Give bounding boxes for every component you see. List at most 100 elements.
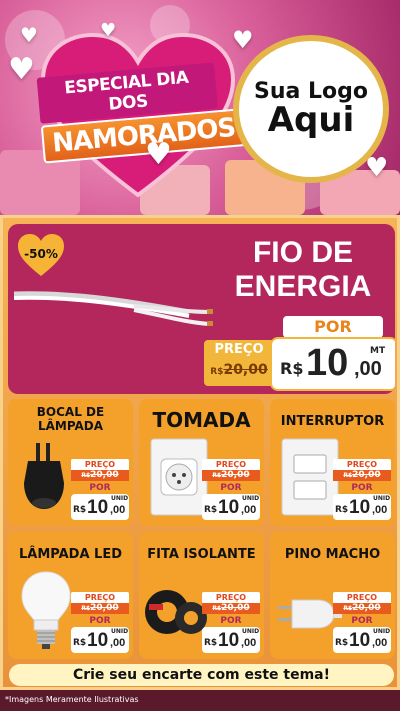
preco-label: PREÇO: [71, 592, 129, 603]
price-currency: R$: [280, 359, 304, 378]
price-currency: R$: [73, 638, 87, 648]
price-decimal: ,00: [241, 637, 257, 649]
price-unit: UNID: [373, 628, 391, 635]
old-price-value: 20,00: [221, 470, 250, 480]
old-price: R$20,00: [204, 362, 274, 378]
price-unit: MT: [370, 346, 386, 356]
old-price-currency: R$: [212, 472, 222, 479]
price-tag: PREÇO R$20,00 POR R$ 10 ,00 UNID: [202, 459, 260, 520]
featured-title: FIO DE ENERGIA: [213, 236, 393, 304]
product-name: TOMADA: [139, 409, 264, 431]
por-label: POR: [89, 616, 111, 626]
preco-label: PREÇO: [202, 459, 260, 470]
old-price: R$20,00: [202, 470, 260, 481]
title-banner: ESPECIAL DIA DOS NAMORADOS: [36, 62, 247, 164]
por-label: POR: [351, 616, 373, 626]
featured-title-line2: ENERGIA: [234, 270, 372, 303]
product-card: PINO MACHO PREÇO R$20,00 POR R$ 10 ,00 U…: [270, 532, 395, 659]
product-card: LÂMPADA LED PREÇO R$ 20,00 POR R$ 10 ,00 …: [8, 532, 133, 659]
offers-panel: -50% FIO DE ENERGIA POR PREÇO R$20,00 R$…: [0, 215, 400, 690]
price-integer: 10: [306, 342, 349, 384]
price-tag: PREÇO R$ 20,00 POR R$ 10 ,00 UNID: [71, 592, 129, 653]
heart-icon: ♥: [8, 52, 35, 87]
preco-label: PREÇO: [214, 342, 264, 357]
price-box: R$ 10 ,00 UNID: [71, 627, 129, 653]
product-name: FITA ISOLANTE: [139, 548, 264, 562]
price-box: R$ 10 ,00 UNID: [202, 494, 260, 520]
price-box: R$ 10 ,00 MT: [272, 339, 395, 389]
price-unit: UNID: [111, 628, 129, 635]
power-outlet-icon: [150, 438, 208, 516]
heart-icon: ♥: [100, 20, 117, 41]
price-box: R$ 10 ,00 UNID: [333, 627, 391, 653]
price-integer: 10: [87, 497, 109, 518]
price-currency: R$: [335, 505, 349, 515]
old-price-currency: R$: [343, 472, 353, 479]
old-price-value: 20,00: [352, 470, 381, 480]
footer: *Imagens Meramente Ilustrativas: [0, 690, 400, 711]
price-integer: 10: [218, 497, 240, 518]
price-currency: R$: [335, 638, 349, 648]
featured-title-line1: FIO DE: [252, 236, 353, 269]
price-currency: R$: [204, 638, 218, 648]
price-unit: UNID: [242, 495, 260, 502]
old-price: R$20,00: [71, 470, 129, 481]
preco-label: PREÇO: [71, 459, 129, 470]
product-name-line1: PINO MACHO: [284, 547, 381, 562]
heart-icon: ♥: [232, 26, 254, 54]
logo-placeholder: Sua Logo Aqui: [233, 35, 389, 183]
heart-icon: ♥: [145, 137, 172, 172]
old-price-currency: R$: [343, 605, 353, 612]
led-bulb-icon: [21, 571, 71, 649]
price-box: R$ 10 ,00 UNID: [333, 494, 391, 520]
por-label: POR: [351, 483, 373, 493]
preco-label: PREÇO: [202, 592, 260, 603]
price-tag: PREÇO R$20,00 POR R$ 10 ,00 UNID: [71, 459, 129, 520]
price-currency: R$: [73, 505, 87, 515]
product-card: BOCAL DE LÂMPADA PREÇO R$20,00 POR R$ 10…: [8, 399, 133, 526]
product-name: PINO MACHO: [270, 548, 395, 562]
product-name: BOCAL DE LÂMPADA: [8, 405, 133, 433]
old-price-currency: R$: [81, 472, 91, 479]
price-decimal: ,00: [372, 637, 388, 649]
old-price-value: 20,00: [90, 603, 119, 613]
price-decimal: ,00: [110, 637, 126, 649]
old-price: R$20,00: [202, 603, 260, 614]
price-tag: PREÇO R$20,00 POR R$ 10 ,00 UNID: [202, 592, 260, 653]
cta-banner[interactable]: Crie seu encarte com este tema!: [9, 664, 394, 686]
price-box: R$ 10 ,00 UNID: [71, 494, 129, 520]
header-banner: ESPECIAL DIA DOS NAMORADOS ♥ ♥ ♥ ♥ ♥ ♥ S…: [0, 0, 400, 215]
insulating-tape-icon: [145, 590, 207, 634]
product-name-line1: FITA ISOLANTE: [147, 547, 256, 562]
price-unit: UNID: [242, 628, 260, 635]
product-card: FITA ISOLANTE PREÇO R$20,00 POR R$ 10 ,0…: [139, 532, 264, 659]
price-integer: 10: [349, 497, 371, 518]
logo-line2: Aqui: [267, 99, 355, 140]
heart-icon: ♥: [20, 23, 38, 47]
price-decimal: ,00: [110, 504, 126, 516]
light-switch-icon: [281, 438, 339, 516]
product-name: LÂMPADA LED: [8, 548, 133, 562]
featured-product: -50% FIO DE ENERGIA POR PREÇO R$20,00 R$…: [8, 224, 395, 394]
discount-label: -50%: [24, 247, 58, 261]
price-integer: 10: [87, 630, 109, 651]
old-price: R$20,00: [333, 470, 391, 481]
product-name-line2: LÂMPADA: [37, 419, 104, 433]
price-tag: PREÇO R$20,00 POR R$ 10 ,00 UNID: [333, 459, 391, 520]
price-tag: PREÇO R$20,00 POR R$ 10 ,00 UNID: [333, 592, 391, 653]
old-price-box: PREÇO R$20,00: [204, 340, 274, 386]
price-box: R$ 10 ,00 UNID: [202, 627, 260, 653]
footer-disclaimer: *Imagens Meramente Ilustrativas: [5, 695, 139, 704]
old-price-value: 20,00: [221, 603, 250, 613]
old-price-currency: R$: [210, 367, 224, 377]
price-decimal: ,00: [372, 504, 388, 516]
product-name: INTERRUPTOR: [270, 415, 395, 429]
product-name-line1: LÂMPADA LED: [18, 547, 122, 562]
por-label: POR: [220, 483, 242, 493]
old-price-value: 20,00: [352, 603, 381, 613]
preco-label: PREÇO: [333, 459, 391, 470]
product-card: TOMADA PREÇO R$20,00 POR R$ 10 ,00 UNID: [139, 399, 264, 526]
old-price-value: 20,00: [90, 470, 119, 480]
lamp-socket-icon: [24, 443, 64, 509]
old-price-currency: R$: [212, 605, 222, 612]
